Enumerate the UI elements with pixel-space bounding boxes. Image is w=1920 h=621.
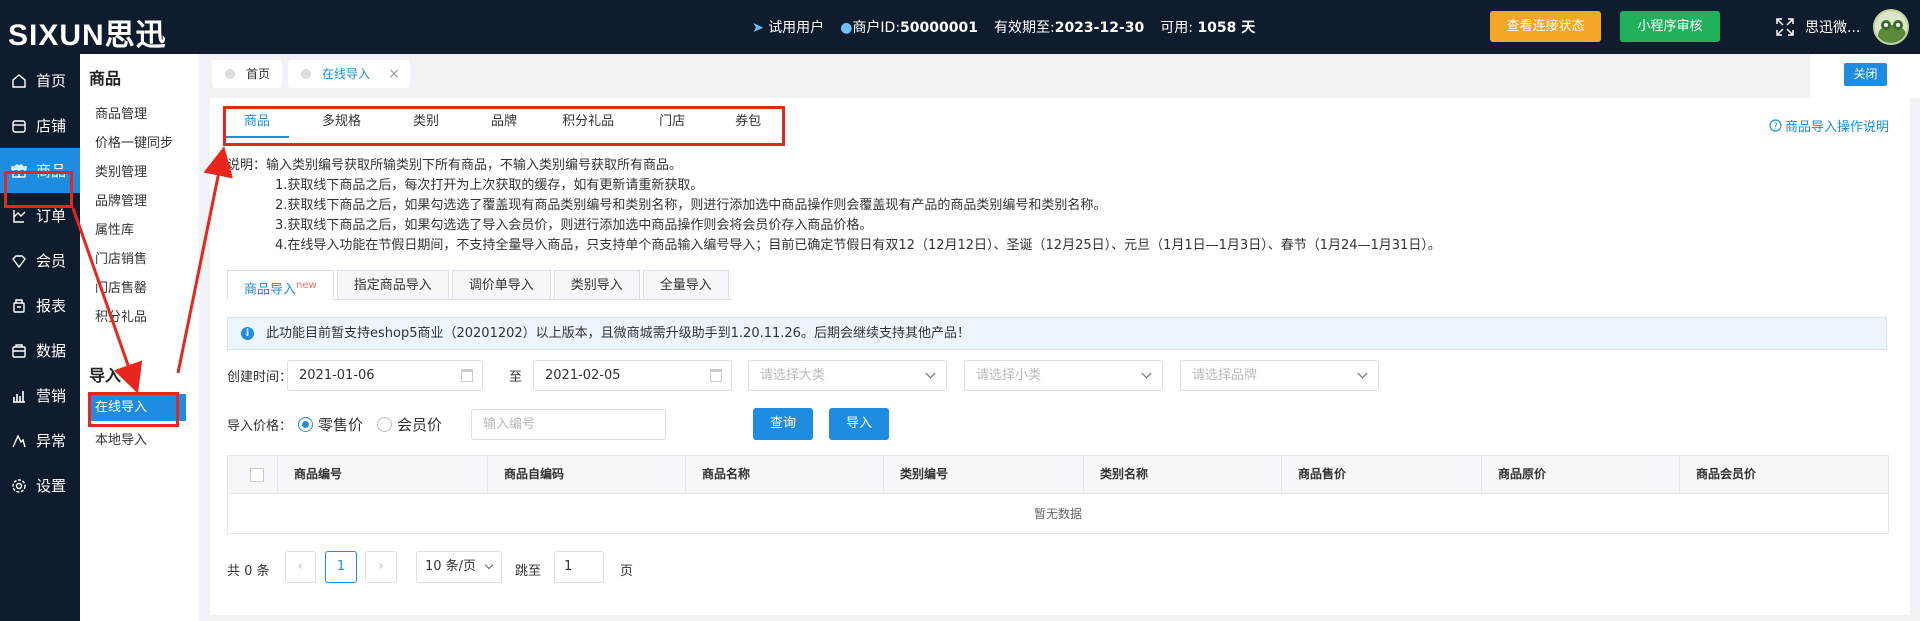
arrow-to-category-tabs: [176, 146, 233, 374]
arrow-to-online-import: [71, 207, 143, 394]
annotation-arrows: [71, 146, 233, 394]
